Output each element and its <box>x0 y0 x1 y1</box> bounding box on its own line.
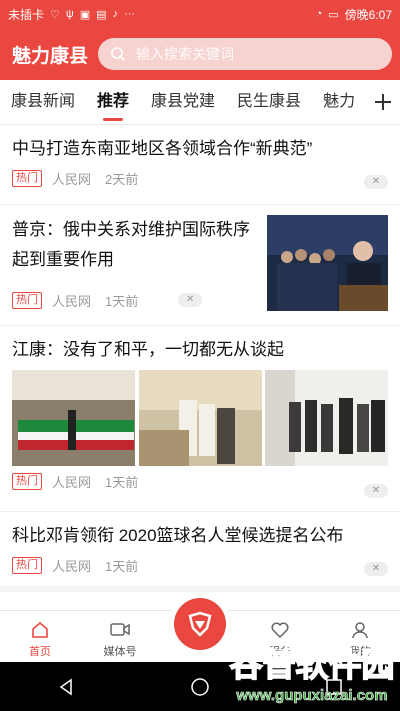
search-box[interactable] <box>98 38 392 70</box>
search-input[interactable] <box>134 45 380 63</box>
nav-media[interactable]: 媒体号 <box>80 611 160 663</box>
system-navigation-bar <box>0 662 400 711</box>
news-time: 1天前 <box>105 293 139 309</box>
tab-recommend[interactable]: 推荐 <box>86 80 140 124</box>
nav-home[interactable]: 首页 <box>0 611 80 663</box>
news-time: 2天前 <box>105 171 139 187</box>
news-photo <box>265 370 388 466</box>
video-camera-icon <box>110 623 130 636</box>
heart-status-icon: ♡ <box>50 8 60 21</box>
dismiss-button[interactable]: ✕ <box>364 484 388 498</box>
app-header: 魅力康县 <box>0 28 400 80</box>
search-icon <box>111 47 126 62</box>
music-notification-icon: ♪ <box>112 8 119 20</box>
hot-badge: 热门 <box>12 169 42 187</box>
dismiss-button[interactable]: ✕ <box>178 293 203 307</box>
news-title: 中马打造东南亚地区各领域合作“新典范” <box>12 139 313 158</box>
wifi-icon: ◔ <box>315 8 323 20</box>
news-title: 江康：没有了和平，一切都无从谈起 <box>12 340 284 359</box>
add-channel-button[interactable] <box>366 80 400 124</box>
category-tabs: 康县新闻 推荐 康县党建 民生康县 魅力 <box>0 80 400 125</box>
app-title: 魅力康县 <box>12 45 89 67</box>
plus-icon <box>375 94 391 110</box>
shield-logo-icon <box>188 611 212 637</box>
hot-badge: 热门 <box>12 556 42 574</box>
carrier-label: 未插卡 <box>8 7 45 22</box>
nav-media-label: 媒体号 <box>103 646 137 658</box>
nav-mine[interactable]: 我的 <box>320 611 400 663</box>
more-notifications-icon: ··· <box>124 8 136 20</box>
nav-service-label: 服务 <box>269 646 291 658</box>
dismiss-button[interactable]: ✕ <box>364 175 388 189</box>
clock: 傍晚6:07 <box>344 7 392 22</box>
hot-badge: 热门 <box>12 472 42 490</box>
user-icon <box>352 622 368 639</box>
heart-icon <box>271 622 289 639</box>
dismiss-button[interactable]: ✕ <box>364 562 388 576</box>
usb-icon: ψ <box>65 8 74 20</box>
back-icon[interactable] <box>57 678 75 696</box>
center-action-button[interactable] <box>174 598 226 650</box>
hot-badge: 热门 <box>12 291 42 309</box>
news-time: 1天前 <box>105 558 139 574</box>
news-thumbnail <box>267 215 388 311</box>
news-item[interactable]: 普京：俄中关系对维护国际秩序起到重要作用 热门 人民网 1天前 ✕ <box>0 205 400 326</box>
news-title: 科比邓肯领衔 2020篮球名人堂候选提名公布 <box>12 526 344 545</box>
news-source: 人民网 <box>52 293 92 309</box>
status-bar: 未插卡 ♡ ψ ▣ ▤ ♪ ··· ◔ ▭ 傍晚6:07 <box>0 0 400 28</box>
battery-icon: ▭ <box>328 8 339 21</box>
news-time: 1天前 <box>105 474 139 490</box>
nav-home-label: 首页 <box>29 646 51 658</box>
nav-service[interactable]: 服务 <box>240 611 320 663</box>
news-photo <box>12 370 135 466</box>
app-notification-icon: ▣ <box>79 8 91 21</box>
news-source: 人民网 <box>52 558 92 574</box>
news-item[interactable]: 中马打造东南亚地区各领域合作“新典范” 热门 人民网 2天前 ✕ <box>0 125 400 205</box>
home-icon <box>32 621 48 638</box>
tab-party-building[interactable]: 康县党建 <box>140 80 226 124</box>
tab-charm[interactable]: 魅力 <box>312 80 366 124</box>
news-item[interactable]: 科比邓肯领衔 2020篮球名人堂候选提名公布 热门 人民网 1天前 ✕ <box>0 512 400 592</box>
tab-kangxian-news[interactable]: 康县新闻 <box>0 80 86 124</box>
news-feed[interactable]: 中马打造东南亚地区各领域合作“新典范” 热门 人民网 2天前 ✕ 普京：俄中关系… <box>0 125 400 610</box>
news-photo <box>138 370 262 466</box>
news-title: 普京：俄中关系对维护国际秩序起到重要作用 <box>12 220 250 269</box>
news-item[interactable]: 江康：没有了和平，一切都无从谈起 热门 人民网 1天前 ✕ <box>0 326 400 512</box>
news-source: 人民网 <box>52 171 92 187</box>
calendar-notification-icon: ▤ <box>96 8 107 21</box>
recent-apps-icon[interactable] <box>325 678 343 696</box>
home-circle-icon[interactable] <box>190 677 210 697</box>
tab-livelihood[interactable]: 民生康县 <box>226 80 312 124</box>
nav-mine-label: 我的 <box>349 646 371 658</box>
news-source: 人民网 <box>52 474 92 490</box>
